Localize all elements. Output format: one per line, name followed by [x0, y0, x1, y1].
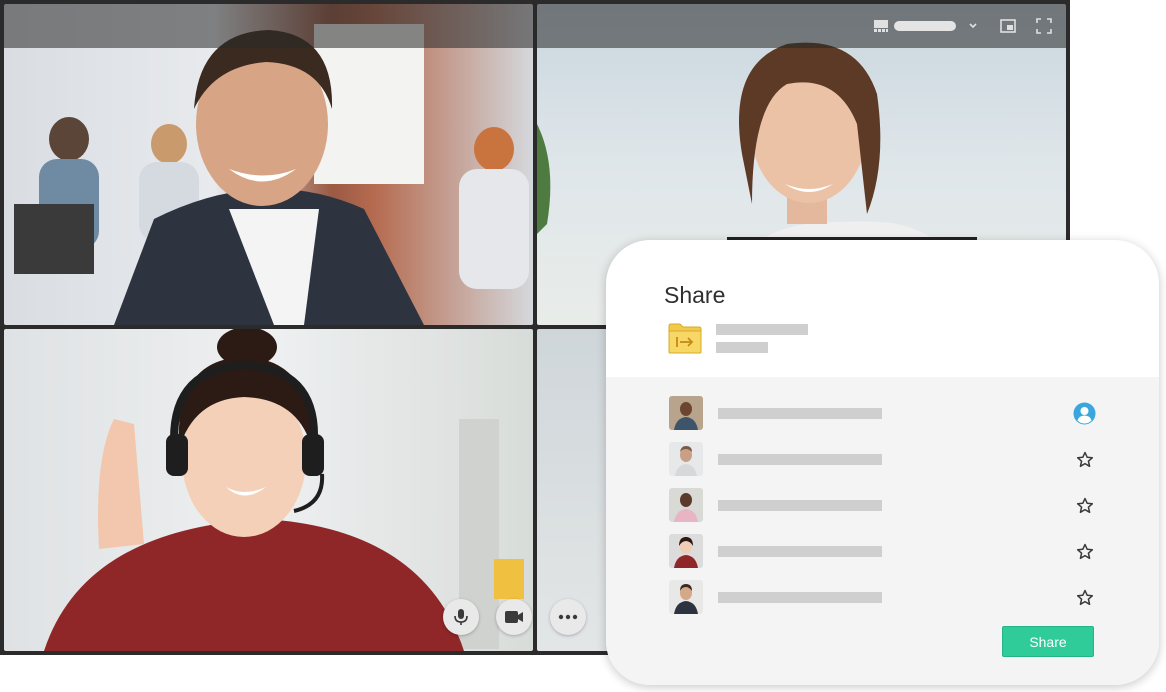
list-item[interactable]	[606, 580, 1159, 616]
fullscreen-icon	[1036, 18, 1052, 34]
person-name-placeholder	[718, 454, 882, 465]
camera-icon	[505, 611, 523, 623]
participant-tile-1[interactable]	[4, 4, 533, 325]
list-item[interactable]	[606, 488, 1159, 524]
folder-detail-placeholder	[716, 342, 768, 353]
user-icon[interactable]	[1073, 402, 1096, 425]
share-button[interactable]: Share	[1002, 626, 1094, 657]
person-name-placeholder	[718, 546, 882, 557]
shared-folder-icon	[668, 323, 702, 354]
video-top-bar	[4, 4, 1066, 48]
avatar	[669, 442, 703, 476]
person-name-placeholder	[718, 500, 882, 511]
participant-man-in-suit	[14, 24, 529, 325]
star-icon[interactable]	[1076, 497, 1094, 515]
person-name-placeholder	[718, 408, 882, 419]
microphone-icon	[454, 609, 468, 625]
layout-name-placeholder	[894, 21, 956, 31]
participant-tile-3[interactable]	[4, 329, 533, 651]
fullscreen-button[interactable]	[1036, 18, 1052, 34]
dialog-title: Share	[664, 282, 726, 308]
chevron-down-icon	[969, 23, 977, 29]
list-item[interactable]	[606, 396, 1159, 432]
more-icon	[558, 614, 578, 620]
folder-name-placeholder	[716, 324, 808, 335]
layout-icon	[874, 20, 888, 32]
list-item[interactable]	[606, 534, 1159, 570]
person-name-placeholder	[718, 592, 882, 603]
avatar	[669, 580, 703, 614]
picture-in-picture-button[interactable]	[1000, 19, 1016, 33]
microphone-button[interactable]	[443, 599, 479, 635]
avatar	[669, 534, 703, 568]
picture-in-picture-icon	[1000, 19, 1016, 33]
camera-button[interactable]	[496, 599, 532, 635]
avatar	[669, 396, 703, 430]
share-dialog: Share Share	[606, 240, 1159, 685]
star-icon[interactable]	[1076, 589, 1094, 607]
list-item[interactable]	[606, 442, 1159, 478]
avatar	[669, 488, 703, 522]
star-icon[interactable]	[1076, 543, 1094, 561]
star-icon[interactable]	[1076, 451, 1094, 469]
more-options-button[interactable]	[550, 599, 586, 635]
layout-selector[interactable]	[874, 20, 978, 32]
